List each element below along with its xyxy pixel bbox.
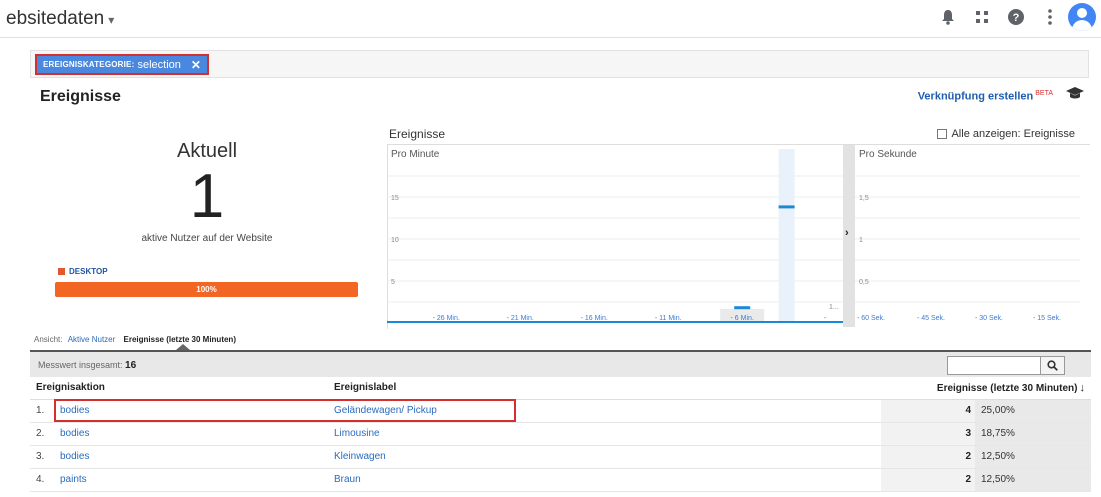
create-shortcut-link[interactable]: Verknüpfung erstellen BETA [918, 90, 1053, 103]
view-switch: Ansicht: Aktive Nutzer Ereignisse (letzt… [34, 335, 236, 344]
y-tick-label: 5 [391, 279, 395, 286]
view-option-active-users[interactable]: Aktive Nutzer [68, 335, 116, 344]
chart-title: Ereignisse [389, 127, 446, 141]
chevron-down-icon: ▾ [108, 13, 115, 27]
search-icon[interactable] [1040, 357, 1064, 374]
device-legend: DESKTOP [58, 267, 108, 276]
bell-icon[interactable] [931, 3, 965, 31]
row-event-percent: 12,50% [975, 468, 1091, 492]
property-name: ebsitedaten [6, 8, 105, 29]
row-index: 1. [30, 399, 54, 423]
total-metric: Messwert insgesamt: 16 [38, 360, 136, 371]
row-event-count: 3 [881, 422, 975, 446]
show-all-checkbox[interactable]: Alle anzeigen: Ereignisse [937, 128, 1075, 140]
row-event-count: 2 [881, 445, 975, 469]
chart-annotation: 1... [829, 304, 839, 311]
x-tick-label: - 60 Sek. [857, 315, 885, 322]
filter-chip-event-category[interactable]: EREIGNISKATEGORIE: selection ✕ [35, 54, 209, 75]
chevron-right-icon[interactable]: › [845, 227, 849, 239]
chart-per-minute: Pro Minute 15 10 5 - 26 Min. - 21 Min. - 16 Mi… [387, 149, 843, 323]
x-tick-label: - 16 Min. [581, 315, 608, 322]
view-prefix: Ansicht: [34, 335, 63, 344]
device-share-bar: 100% [55, 282, 358, 297]
show-all-label: Alle anzeigen: Ereignisse [951, 128, 1075, 140]
column-events-count[interactable]: Ereignisse (letzte 30 Minuten) ↓ [881, 377, 1091, 400]
filter-bar: EREIGNISKATEGORIE: selection ✕ [30, 50, 1089, 78]
row-event-count: 4 [881, 399, 975, 423]
row-event-label[interactable]: Kleinwagen [327, 445, 881, 469]
table-row[interactable]: 2. bodies Limousine 3 18,75% [30, 422, 1091, 446]
row-event-label[interactable]: Geländewagen/ Pickup [327, 399, 881, 423]
help-icon[interactable]: ? [999, 3, 1033, 31]
chart-per-second: Pro Sekunde 1,5 1 0,5 - 60 Sek. - 45 Sek. - 30… [855, 149, 1080, 322]
filter-key: EREIGNISKATEGORIE: [43, 60, 135, 69]
table-row[interactable]: 1. bodies Geländewagen/ Pickup 4 25,00% [30, 399, 1091, 423]
active-users-caption: aktive Nutzer auf der Website [141, 233, 273, 244]
chart-sublabel: Pro Minute [391, 149, 440, 160]
filter-value: selection [137, 58, 181, 71]
view-option-events[interactable]: Ereignisse (letzte 30 Minuten) [124, 335, 236, 344]
sort-desc-icon: ↓ [1079, 381, 1086, 394]
checkbox-box[interactable] [937, 129, 948, 139]
y-tick-label: 15 [391, 195, 399, 202]
x-tick-label: - 15 Sek. [1033, 315, 1061, 322]
row-index: 2. [30, 422, 54, 446]
column-event-label[interactable]: Ereignislabel [327, 377, 881, 400]
row-event-action[interactable]: bodies [54, 445, 328, 469]
avatar [1068, 3, 1096, 31]
device-swatch [58, 268, 65, 275]
x-tick-label: - 21 Min. [507, 315, 534, 322]
row-event-percent: 18,75% [975, 422, 1091, 446]
y-tick-label: 0,5 [859, 279, 869, 286]
active-users-count: 1 [189, 162, 225, 231]
property-selector[interactable]: ebsitedaten ▾ [6, 8, 114, 30]
active-column-band [778, 149, 795, 323]
more-vert-icon[interactable] [1033, 3, 1067, 31]
events-table: Ereignisaktion Ereignislabel Ereignisse … [30, 377, 1091, 492]
x-tick-label: - 11 Min. [655, 315, 682, 322]
top-bar: ebsitedaten ▾ ? [0, 0, 1101, 38]
y-tick-label: 1 [859, 237, 863, 244]
search-input[interactable] [947, 356, 1065, 375]
top-icons: ? [931, 3, 1101, 31]
row-event-action[interactable]: paints [54, 468, 328, 492]
apps-grid-icon[interactable] [965, 3, 999, 31]
row-index: 3. [30, 445, 54, 469]
x-tick-label: - 6 Min. [731, 315, 754, 322]
column-events-label: Ereignisse (letzte 30 Minuten) [936, 382, 1078, 394]
x-tick-label: - 30 Sek. [975, 315, 1003, 322]
total-label: Messwert insgesamt: [38, 360, 123, 370]
row-event-percent: 12,50% [975, 445, 1091, 469]
row-event-label[interactable]: Limousine [327, 422, 881, 446]
totals-bar: Messwert insgesamt: 16 [30, 350, 1091, 377]
x-tick-label: - [824, 315, 827, 322]
chart-bar [778, 205, 795, 209]
column-event-action[interactable]: Ereignisaktion [30, 377, 328, 400]
row-event-action[interactable]: bodies [54, 399, 328, 423]
chart-sublabel: Pro Sekunde [859, 149, 917, 160]
section-title: Ereignisse [40, 88, 121, 105]
row-event-label[interactable]: Braun [327, 468, 881, 492]
row-event-action[interactable]: bodies [54, 422, 328, 446]
table-row[interactable]: 4. paints Braun 2 12,50% [30, 468, 1091, 492]
chart-bar [734, 306, 751, 310]
row-index: 4. [30, 468, 54, 492]
graduation-cap-icon[interactable] [1065, 86, 1085, 105]
row-event-percent: 25,00% [975, 399, 1091, 423]
account-avatar-icon[interactable] [1067, 3, 1101, 31]
y-tick-label: 10 [391, 237, 399, 244]
close-icon[interactable]: ✕ [191, 58, 201, 72]
svg-text:?: ? [1013, 12, 1020, 24]
y-tick-label: 1,5 [859, 195, 869, 202]
device-name: DESKTOP [69, 267, 108, 276]
table-header: Ereignisaktion Ereignislabel Ereignisse … [30, 377, 1091, 400]
beta-badge: BETA [1035, 90, 1053, 97]
x-tick-label: - 45 Sek. [917, 315, 945, 322]
realtime-label: Aktuell [176, 140, 238, 162]
total-value: 16 [125, 360, 137, 371]
table-row[interactable]: 3. bodies Kleinwagen 2 12,50% [30, 445, 1091, 469]
row-event-count: 2 [881, 468, 975, 492]
create-shortcut-label: Verknüpfung erstellen [917, 90, 1034, 103]
x-tick-label: - 26 Min. [433, 315, 460, 322]
